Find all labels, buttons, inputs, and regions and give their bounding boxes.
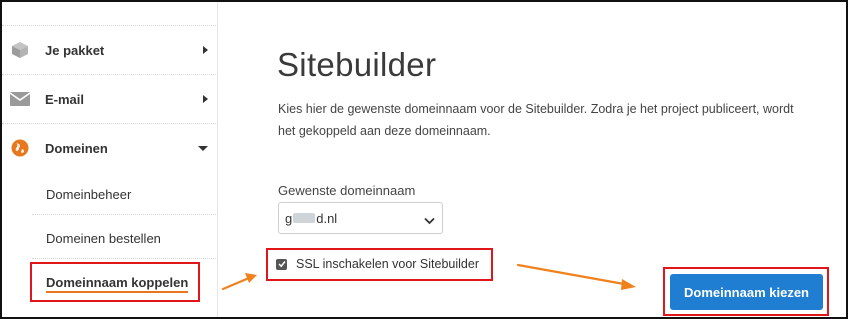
domain-select-prefix: g — [285, 210, 293, 226]
ssl-checkbox-label: SSL inschakelen voor Sitebuilder — [296, 257, 479, 271]
ssl-option[interactable]: SSL inschakelen voor Sitebuilder — [276, 257, 479, 271]
chevron-down-icon — [424, 213, 435, 228]
arrow-annotation-2 — [516, 263, 636, 290]
chevron-down-icon — [198, 145, 208, 151]
chevron-right-icon — [203, 95, 208, 103]
sidebar-item-je-pakket[interactable]: Je pakket — [2, 25, 218, 74]
sidebar-item-label: Domeinen — [45, 140, 108, 156]
sidebar-subitem-label: Domeinen bestellen — [46, 231, 161, 246]
envelope-icon — [10, 89, 30, 109]
arrow-annotation-1 — [221, 273, 257, 291]
sidebar-item-domeinen[interactable]: Domeinen — [2, 123, 218, 172]
sidebar-subitem-domeinen-bestellen[interactable]: Domeinen bestellen — [2, 215, 218, 259]
package-icon — [10, 40, 30, 60]
domain-select[interactable]: g d.nl — [278, 202, 443, 234]
ssl-checkbox[interactable] — [276, 258, 287, 270]
domain-select-suffix: d.nl — [316, 210, 338, 226]
page-description: Kies hier de gewenste domeinnaam voor de… — [278, 102, 794, 138]
choose-domain-button[interactable]: Domeinnaam kiezen — [670, 274, 823, 310]
sidebar-subitem-domeinbeheer[interactable]: Domeinbeheer — [2, 172, 218, 216]
globe-icon — [10, 138, 30, 158]
redacted-text — [293, 213, 316, 223]
sidebar-item-email[interactable]: E-mail — [2, 74, 218, 123]
sidebar-subitem-label: Domeinbeheer — [46, 187, 132, 202]
domain-field-label: Gewenste domeinnaam — [278, 183, 416, 198]
page-title: Sitebuilder — [277, 46, 437, 83]
sidebar-item-label: E-mail — [45, 91, 85, 107]
highlight-box-koppelen — [30, 262, 200, 302]
chevron-right-icon — [203, 46, 208, 54]
sidebar-item-label: Je pakket — [45, 42, 105, 58]
